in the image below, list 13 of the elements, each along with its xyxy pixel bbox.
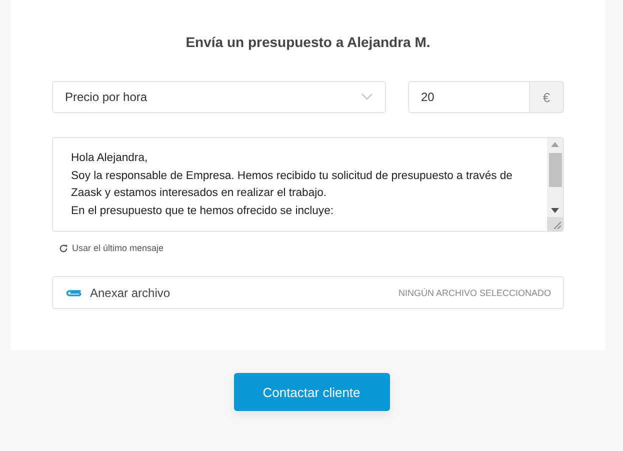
chevron-down-icon [361,93,373,101]
message-textarea[interactable]: Hola Alejandra, Soy la responsable de Empresa. Hemos recibido tu solicitud de presupuesto a través de Zaask y estamos interesados en realizar el trabajo. En el presupuesto que te hemos ofrecido se incluye: [52,137,564,232]
currency-addon: € [530,81,564,113]
paperclip-icon [65,288,83,298]
amount-input[interactable]: 20 [408,81,530,113]
scroll-down-icon[interactable] [551,207,559,213]
scrollbar[interactable] [547,138,563,231]
scroll-up-icon[interactable] [551,142,559,148]
reuse-message-link[interactable]: Usar el último mensaje [59,243,164,253]
refresh-icon [59,244,68,252]
resize-handle[interactable] [547,217,563,231]
price-type-select[interactable]: Precio por hora [52,81,386,113]
attach-file-field[interactable]: Anexar archivo NINGÚN ARCHIVO SELECCIONADO [52,276,564,309]
